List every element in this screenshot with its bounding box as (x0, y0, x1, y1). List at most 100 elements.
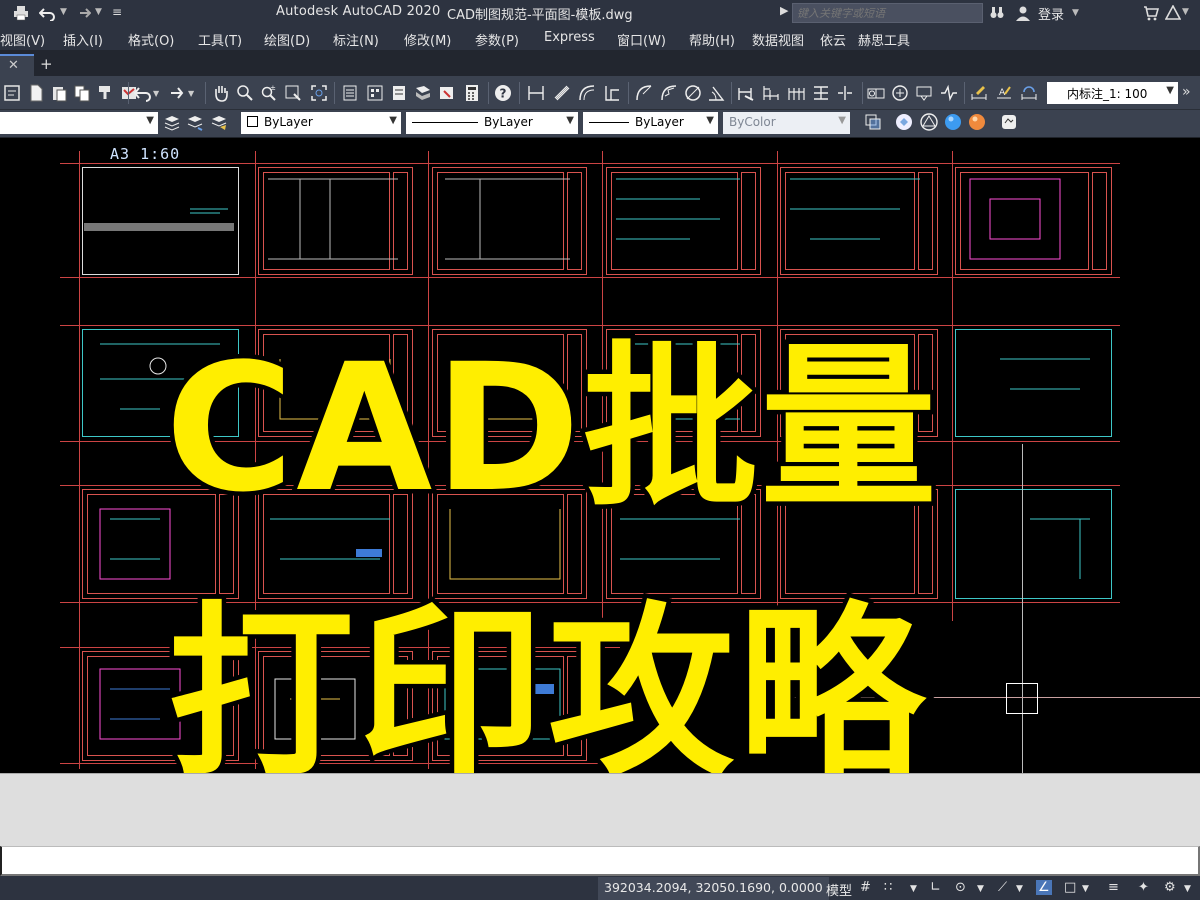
menu-dimension[interactable]: 标注(N) (333, 30, 379, 49)
customize-qat-icon[interactable]: ≡ (112, 5, 122, 19)
transparency-icon[interactable] (864, 113, 882, 131)
annotation-scale-icon[interactable]: ✦ (1138, 880, 1149, 895)
model-space-button[interactable]: 模型 (826, 880, 852, 899)
menu-help[interactable]: 帮助(H) (689, 30, 735, 49)
calculator-icon[interactable] (463, 84, 481, 102)
linear-dimension-icon[interactable] (527, 84, 545, 102)
search-input[interactable] (792, 3, 983, 23)
menu-data-view[interactable]: 数据视图 (752, 30, 804, 49)
zoom-extents-icon[interactable] (310, 84, 328, 102)
redo-icon[interactable] (72, 2, 94, 24)
undo-dropdown-icon[interactable]: ▼ (60, 7, 67, 17)
copy-icon[interactable] (73, 84, 91, 102)
isodraft-dropdown-icon[interactable]: ▼ (1016, 884, 1023, 894)
dimension-edit-icon[interactable] (970, 84, 988, 102)
command-input[interactable] (0, 846, 1200, 876)
file-tab[interactable]: ✕ (0, 54, 34, 76)
visual-style-realistic-icon[interactable] (944, 113, 962, 131)
ortho-mode-icon[interactable]: ∟ (930, 880, 941, 895)
menu-format[interactable]: 格式(O) (128, 30, 174, 49)
binoculars-icon[interactable] (986, 2, 1008, 24)
dimension-space-icon[interactable] (812, 84, 830, 102)
snap-mode-icon[interactable]: ∷ (884, 880, 892, 895)
cart-icon[interactable] (1140, 2, 1162, 24)
lineweight-combo[interactable]: ByLayer ▼ (583, 112, 718, 134)
layer-combo[interactable]: ▼ (0, 112, 158, 134)
close-tab-icon[interactable]: ✕ (8, 58, 19, 73)
toolbar-overflow-icon[interactable]: » (1182, 84, 1191, 100)
isodraft-icon[interactable]: ⟋ (998, 880, 1007, 895)
undo-icon[interactable] (36, 2, 58, 24)
login-dropdown-icon[interactable]: ▼ (1072, 8, 1079, 18)
autodesk-share-icon[interactable] (1162, 2, 1184, 24)
pan-hand-icon[interactable] (212, 84, 230, 102)
help-icon[interactable]: ? (494, 84, 512, 102)
angular-dimension-icon[interactable] (707, 84, 725, 102)
drawing-canvas[interactable]: A3 1:60 CAD批量 打印攻略 (0, 139, 1200, 773)
new-file-icon[interactable] (27, 84, 45, 102)
user-icon[interactable] (1012, 2, 1034, 24)
zoom-previous-icon[interactable] (284, 84, 302, 102)
redo-icon[interactable] (166, 84, 184, 102)
redo-list-icon[interactable]: ▼ (188, 89, 194, 98)
tolerance-icon[interactable] (867, 84, 885, 102)
sheet-set-icon[interactable] (414, 84, 432, 102)
visual-style-2d-icon[interactable] (895, 113, 913, 131)
diameter-dimension-icon[interactable] (684, 84, 702, 102)
help-dropdown-icon[interactable]: ▼ (1182, 7, 1189, 17)
menu-tools[interactable]: 工具(T) (198, 30, 242, 49)
baseline-dimension-icon[interactable] (762, 84, 780, 102)
customize-dropdown-icon[interactable]: ▼ (1184, 884, 1191, 894)
tool-palettes-icon[interactable] (390, 84, 408, 102)
arc-length-icon[interactable] (578, 84, 596, 102)
search-expand-icon[interactable]: ▶ (780, 4, 788, 17)
grid-display-icon[interactable]: # (860, 880, 871, 895)
aligned-dimension-icon[interactable] (553, 84, 571, 102)
radius-dimension-icon[interactable] (635, 84, 653, 102)
ordinate-dimension-icon[interactable] (603, 84, 621, 102)
undo-icon[interactable] (133, 84, 151, 102)
zoom-window-icon[interactable] (236, 84, 254, 102)
menu-hesi-tools[interactable]: 赫思工具 (858, 30, 910, 49)
match-properties-icon[interactable] (97, 84, 115, 102)
render-icon[interactable] (1000, 113, 1018, 131)
menu-yiyun[interactable]: 依云 (820, 30, 846, 49)
jogged-dimension-icon[interactable] (660, 84, 678, 102)
jogged-linear-icon[interactable] (940, 84, 958, 102)
login-label[interactable]: 登录 (1038, 4, 1064, 23)
inspect-icon[interactable] (915, 84, 933, 102)
dimension-style-combo[interactable]: 内标注_1: 100 ▼ (1047, 82, 1178, 104)
osnap-dropdown-icon[interactable]: ▼ (1082, 884, 1089, 894)
object-snap-tracking-icon[interactable]: ∠ (1036, 880, 1052, 895)
new-tab-icon[interactable]: + (40, 55, 53, 73)
snap-dropdown-icon[interactable]: ▼ (910, 884, 917, 894)
quick-dimension-icon[interactable] (737, 84, 755, 102)
layer-properties-icon[interactable] (341, 84, 359, 102)
markup-icon[interactable] (438, 84, 456, 102)
gear-icon[interactable]: ⚙ (1164, 880, 1176, 895)
dimension-break-icon[interactable] (836, 84, 854, 102)
center-mark-icon[interactable] (891, 84, 909, 102)
tool-icon[interactable] (3, 84, 21, 102)
make-current-layer-icon[interactable] (163, 113, 181, 131)
undo-list-icon[interactable]: ▼ (153, 89, 159, 98)
design-center-icon[interactable] (366, 84, 384, 102)
polar-tracking-icon[interactable]: ⊙ (955, 880, 966, 895)
visual-style-wireframe-icon[interactable] (920, 113, 938, 131)
continue-dimension-icon[interactable] (787, 84, 805, 102)
layer-previous-icon[interactable] (186, 113, 204, 131)
menu-parametric[interactable]: 参数(P) (475, 30, 519, 49)
dimension-text-edit-icon[interactable]: A (995, 84, 1013, 102)
redo-dropdown-icon[interactable]: ▼ (95, 7, 102, 17)
color-combo[interactable]: ByLayer ▼ (241, 112, 401, 134)
menu-view[interactable]: 视图(V) (0, 30, 45, 49)
menu-window[interactable]: 窗口(W) (617, 30, 666, 49)
dimension-update-icon[interactable] (1020, 84, 1038, 102)
lineweight-display-icon[interactable]: ≡ (1108, 880, 1119, 895)
menu-modify[interactable]: 修改(M) (404, 30, 451, 49)
menu-express[interactable]: Express (544, 30, 595, 45)
menu-draw[interactable]: 绘图(D) (264, 30, 310, 49)
polar-dropdown-icon[interactable]: ▼ (977, 884, 984, 894)
linetype-combo[interactable]: ByLayer ▼ (406, 112, 578, 134)
print-icon[interactable] (10, 2, 32, 24)
